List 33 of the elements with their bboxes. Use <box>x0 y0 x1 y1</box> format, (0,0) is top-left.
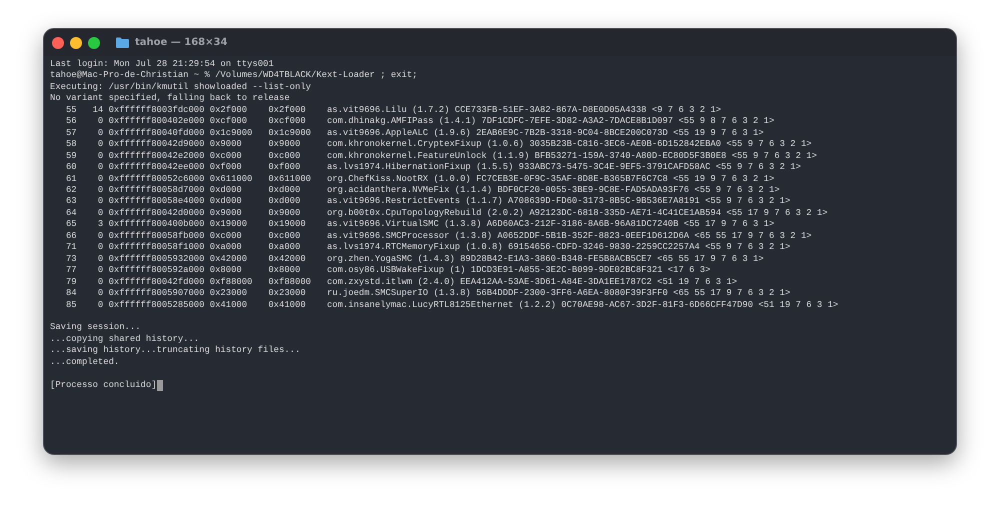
terminal-line: 79 0 0xffffff80042fd000 0xf88000 0xf88000 com.zxystd.itlwm (2.4.0) EEA412AA-53AE-3D61-A84E-3DA1EE1787C2 <51 19 7 6 3 1> <box>64 276 738 288</box>
terminal-line: ...saving history...truncating history files... <box>50 345 300 357</box>
folder-icon <box>116 37 129 48</box>
zoom-button[interactable] <box>88 36 100 48</box>
minimize-button[interactable] <box>70 36 82 48</box>
terminal-line: 57 0 0xffffff80040fd000 0x1c9000 0x1c9000 as.vit9696.AppleALC (1.9.6) 2EAB6E9C-7B2B-3318-9C04-8BCE200C073D <55 19 9 7 6 3 1> <box>64 128 764 140</box>
terminal-line: 85 0 0xffffff8005285000 0x41000 0x41000 com.insanelymac.LucyRTL8125Ethernet (1.2.2) 0C70AE98-AC67-3D2F-81F3-6D66CFF47D90 <51 19 7 6 3 1> <box>64 300 838 311</box>
terminal-line: 64 0 0xffffff80042d0000 0x9000 0x9000 org.b00t0x.CpuTopologyRebuild (2.0.2) A92123DC-6818-335D-AE71-4C41CE1AB594 <55 17 9 7 6 3 2 1> <box>64 208 828 220</box>
terminal-line: 58 0 0xffffff80042d9000 0x9000 0x9000 com.khronokernel.CryptexFixup (1.0.6) 3035B23B-C816-3EC6-AE0B-6D152842EBA0 <55 9 7 6 3 2 1> <box>64 139 812 151</box>
terminal-line: 56 0 0xffffff800402e000 0xcf000 0xcf000 com.dhinakg.AMFIPass (1.4.1) 7DF1CDFC-7EFE-3D82-A3A2-7DACE8B1D097 <55 9 8 7 6 3 2 1> <box>64 116 774 128</box>
terminal-line: 63 0 0xffffff80058e4000 0xd000 0xd000 as.vit9696.RestrictEvents (1.1.7) A708639D-FD60-3173-8B5C-9B536E7A8191 <55 9 7 6 3 2 1> <box>64 196 790 208</box>
terminal-line: 73 0 0xffffff8005932000 0x42000 0x42000 org.zhen.YogaSMC (1.4.3) 89D28B42-E1A3-3860-B348-FE5B8ACB5CE7 <65 55 17 9 7 6 3 1> <box>64 254 764 266</box>
terminal-line: No variant specified, falling back to release <box>50 93 290 105</box>
terminal-line: Last login: Mon Jul 28 21:29:54 on ttys001 <box>50 59 274 70</box>
text-cursor <box>156 380 163 391</box>
terminal-line: 71 0 0xffffff80058f1000 0xa000 0xa000 as.lvs1974.RTCMemoryFixup (1.0.8) 69154656-CDFD-3246-9830-2259CC2257A4 <55 9 7 6 3 2 1> <box>64 242 790 254</box>
terminal-line: tahoe@Mac-Pro-de-Christian ~ % /Volumes/WD4TBLACK/Kext-Loader ; exit; <box>50 70 418 82</box>
close-button[interactable] <box>52 36 64 48</box>
window-title: tahoe — 168×34 <box>135 37 228 48</box>
terminal-line: 66 0 0xffffff80058fb000 0xc000 0xc000 as.vit9696.SMCProcessor (1.3.8) A0652DDF-5B1B-352F-8823-0EEF1D612D6A <65 55 17 9 7 6 3 2 1> <box>64 230 812 242</box>
terminal-line: 55 14 0xffffff8003fdc000 0x2f000 0x2f000 as.vit9696.Lilu (1.7.2) CCE733FB-51EF-3A82-867A-D8E0D05A4338 <9 7 6 3 2 1> <box>64 104 722 116</box>
terminal-line: 60 0 0xffffff80042ee000 0xf000 0xf000 as.lvs1974.HibernationFixup (1.5.5) 933ABC73-5475-3C4E-9EF5-3791CAFD58AC <55 9 7 6 3 2 1> <box>64 162 801 174</box>
terminal-line: 65 3 0xffffff800400b000 0x19000 0x19000 as.vit9696.VirtualSMC (1.3.8) A6D60AC3-212F-3186-8A6B-96A81DC7240B <55 17 9 7 6 3 1> <box>64 219 774 231</box>
terminal-line: 59 0 0xffffff80042e2000 0xc000 0xc000 com.khronokernel.FeatureUnlock (1.1.9) BFB53271-159A-3740-A80D-EC80D5F3B0E8 <55 9 7 6 3 2 1> <box>64 150 817 162</box>
terminal-line: [Processo concluido] <box>50 380 157 392</box>
terminal-line: Saving session... <box>50 322 141 334</box>
terminal-line: 84 0 0xffffff8005907000 0x23000 0x23000 ru.joedm.SMCSuperIO (1.3.8) 56B4DDDF-2300-3FF6-A6EA-8080F39F3FF0 <65 55 17 9 7 6 3 2 1> <box>64 288 790 300</box>
terminal-line: 77 0 0xffffff800592a000 0x8000 0x8000 com.osy86.USBWakeFixup (1) 1DCD3E91-A855-3E2C-B099-9DE02BC8F321 <17 6 3> <box>64 265 710 277</box>
terminal-line: 61 0 0xffffff80052c6000 0x611000 0x611000 org.ChefKiss.NootRX (1.0.0) FC7CEB3E-0F9C-35AF-8D8E-B365B7F6C7C8 <55 19 9 7 6 3 2 1> <box>64 174 774 185</box>
terminal-line: 62 0 0xffffff80058d7000 0xd000 0xd000 org.acidanthera.NVMeFix (1.1.4) BDF0CF20-0055-3BE9-9C8E-FAD5ADA93F76 <55 9 7 6 3 2 1> <box>64 184 780 196</box>
terminal-line: ...completed. <box>50 356 120 368</box>
terminal-line: Executing: /usr/bin/kmutil showloaded --list-only <box>50 82 311 94</box>
terminal-line: ...copying shared history... <box>50 334 200 346</box>
